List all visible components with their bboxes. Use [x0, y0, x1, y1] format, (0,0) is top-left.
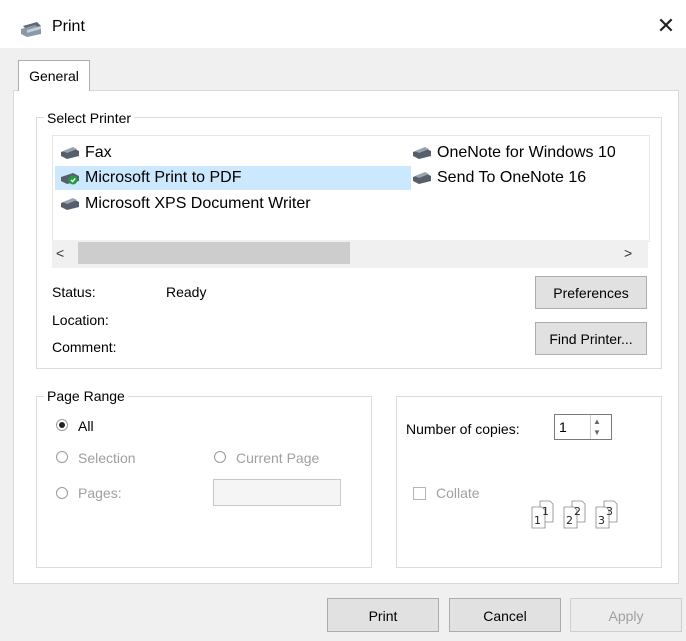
printer-name: Fax: [85, 144, 112, 161]
radio-selection-label: Selection: [78, 450, 136, 466]
radio-current-page-label: Current Page: [236, 450, 320, 466]
page-range-legend: Page Range: [44, 388, 128, 404]
printer-icon: [21, 22, 41, 37]
printer-name: Microsoft XPS Document Writer: [85, 195, 311, 212]
printer-name: OneNote for Windows 10: [437, 144, 616, 161]
preferences-button[interactable]: Preferences: [535, 276, 647, 309]
radio-all-label[interactable]: All: [78, 418, 94, 434]
printer-item-send-to-onenote[interactable]: Send To OneNote 16: [407, 166, 586, 190]
number-of-copies-label: Number of copies:: [406, 421, 520, 437]
radio-selection: [56, 451, 68, 463]
radio-all[interactable]: [56, 419, 68, 431]
radio-pages: [56, 487, 68, 499]
collate-page-number: 2: [566, 514, 573, 527]
printer-icon: [413, 147, 431, 159]
spin-up-icon[interactable]: ▲: [593, 417, 601, 426]
printer-item-fax[interactable]: Fax: [55, 141, 112, 165]
title-bar: [0, 0, 686, 48]
printer-name: Send To OneNote 16: [437, 169, 587, 186]
tab-general[interactable]: General: [18, 60, 90, 91]
close-button[interactable]: ✕: [656, 15, 676, 37]
printer-item-onenote-win10[interactable]: OneNote for Windows 10: [407, 141, 616, 165]
collate-page-number: 1: [534, 514, 541, 527]
collate-illustration-icon: 1 1 2 2 3 3: [531, 500, 618, 529]
cancel-button[interactable]: Cancel: [449, 598, 561, 632]
spin-down-icon[interactable]: ▼: [593, 428, 601, 437]
collate-page-number: 1: [542, 505, 549, 518]
radio-current-page: [214, 451, 226, 463]
collate-checkbox: [413, 487, 426, 500]
apply-button: Apply: [570, 598, 682, 632]
printer-icon: [413, 172, 431, 184]
printer-name: Microsoft Print to PDF: [85, 169, 242, 186]
collate-page-number: 2: [574, 505, 581, 518]
fax-icon: [61, 147, 79, 159]
printer-icon: [61, 198, 79, 210]
comment-label: Comment:: [52, 339, 117, 355]
printer-item-microsoft-print-to-pdf[interactable]: Microsoft Print to PDF: [55, 166, 411, 190]
radio-pages-label: Pages:: [78, 485, 122, 501]
location-label: Location:: [52, 312, 109, 328]
print-button[interactable]: Print: [327, 598, 439, 632]
collate-label: Collate: [436, 485, 480, 501]
scroll-right-icon[interactable]: >: [624, 245, 640, 261]
select-printer-legend: Select Printer: [44, 110, 135, 126]
printer-item-microsoft-xps[interactable]: Microsoft XPS Document Writer: [55, 192, 311, 216]
printer-list[interactable]: Fax Microsoft Print to PDF Microsoft XPS…: [52, 135, 650, 242]
status-label: Status:: [52, 284, 96, 300]
collate-page-number: 3: [606, 505, 613, 518]
collate-page-number: 3: [598, 514, 605, 527]
window-title: Print: [52, 18, 85, 35]
scroll-left-icon[interactable]: <: [56, 245, 72, 261]
pages-input: [213, 479, 341, 506]
find-printer-button[interactable]: Find Printer...: [535, 322, 647, 355]
status-value: Ready: [166, 284, 207, 300]
default-printer-icon: [61, 173, 79, 185]
scroll-thumb[interactable]: [78, 242, 350, 264]
